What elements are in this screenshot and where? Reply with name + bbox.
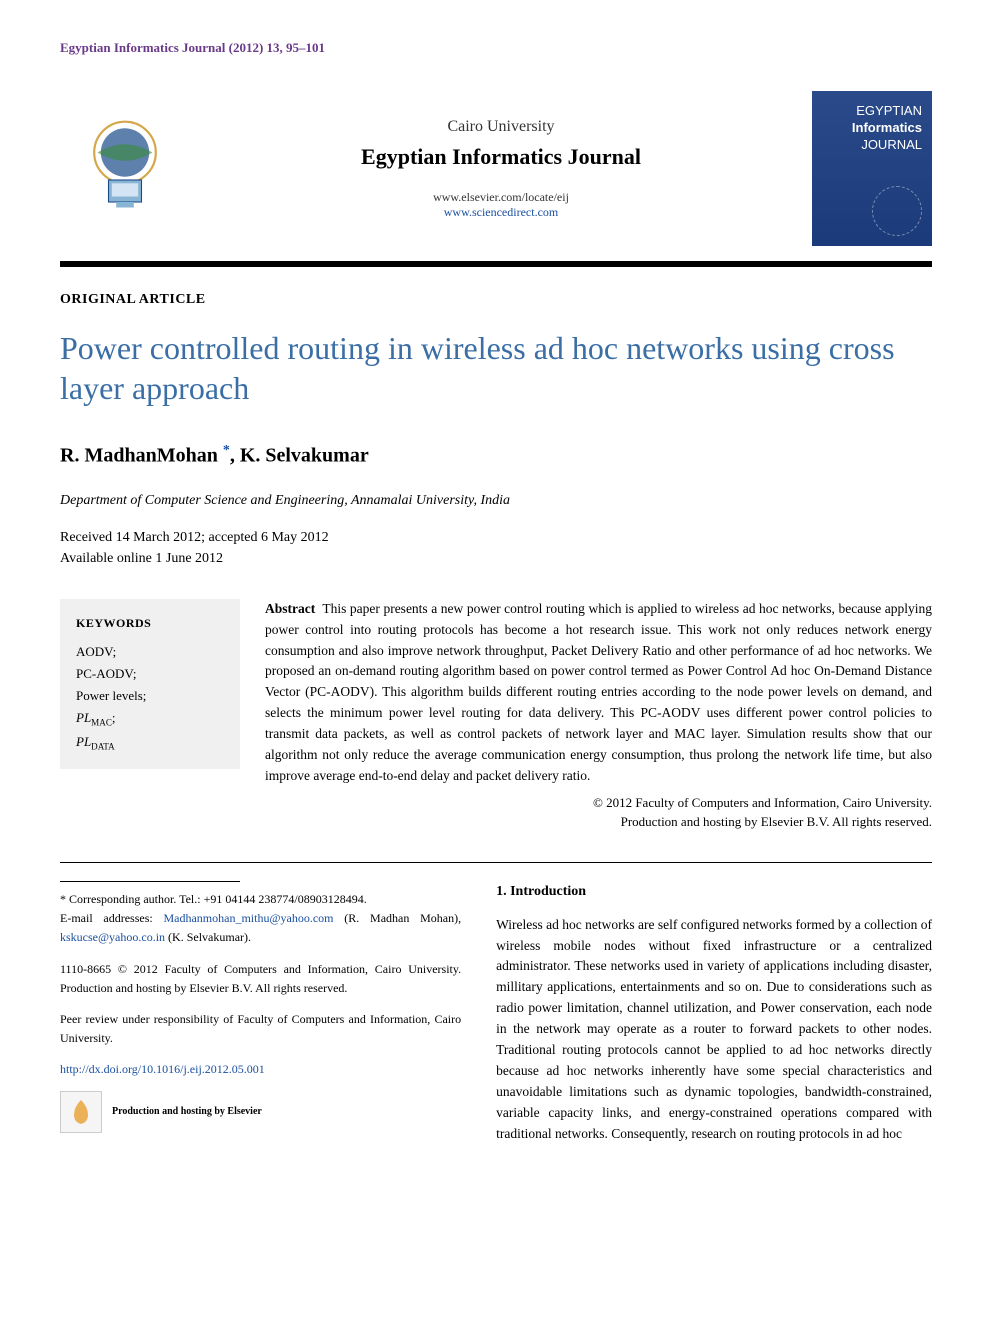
production-hosting-text: Production and hosting by Elsevier	[112, 1104, 262, 1120]
cover-line3: JOURNAL	[822, 137, 922, 154]
journal-name: Egyptian Informatics Journal	[190, 144, 812, 170]
footnotes-column: * Corresponding author. Tel.: +91 04144 …	[60, 881, 461, 1145]
section-divider	[60, 862, 932, 863]
introduction-column: 1. Introduction Wireless ad hoc networks…	[496, 881, 932, 1145]
peer-review-note: Peer review under responsibility of Facu…	[60, 1010, 461, 1048]
cover-ornament	[872, 186, 922, 236]
article-type: ORIGINAL ARTICLE	[60, 292, 932, 308]
journal-header: Cairo University Egyptian Informatics Jo…	[190, 118, 812, 220]
two-column-body: * Corresponding author. Tel.: +91 04144 …	[60, 881, 932, 1145]
article-dates: Received 14 March 2012; accepted 6 May 2…	[60, 527, 932, 569]
sciencedirect-link[interactable]: www.sciencedirect.com	[190, 205, 812, 220]
cover-line2: Informatics	[822, 120, 922, 137]
abstract-section: KEYWORDS AODV; PC-AODV; Power levels; PL…	[60, 599, 932, 832]
journal-cover: EGYPTIAN Informatics JOURNAL	[812, 91, 932, 246]
keyword-item: PLMAC;	[76, 707, 224, 731]
copyright-line1: © 2012 Faculty of Computers and Informat…	[265, 793, 932, 813]
university-name: Cairo University	[190, 118, 812, 136]
author-1: R. MadhanMohan	[60, 445, 218, 467]
intro-heading: 1. Introduction	[496, 881, 932, 903]
masthead: Cairo University Egyptian Informatics Jo…	[60, 76, 932, 267]
abstract-label: Abstract	[265, 601, 315, 616]
copyright-line2: Production and hosting by Elsevier B.V. …	[265, 812, 932, 832]
citation-header: Egyptian Informatics Journal (2012) 13, …	[60, 40, 932, 56]
copyright: © 2012 Faculty of Computers and Informat…	[265, 793, 932, 832]
authors: R. MadhanMohan *, K. Selvakumar	[60, 443, 932, 468]
dates-received-accepted: Received 14 March 2012; accepted 6 May 2…	[60, 527, 932, 548]
cover-line1: EGYPTIAN	[822, 103, 922, 120]
email-link-1[interactable]: Madhanmohan_mithu@yahoo.com	[163, 911, 333, 925]
keywords-title: KEYWORDS	[76, 613, 224, 633]
production-hosting: Production and hosting by Elsevier	[60, 1091, 461, 1133]
issn-copyright: 1110-8665 © 2012 Faculty of Computers an…	[60, 960, 461, 998]
elsevier-locate-link[interactable]: www.elsevier.com/locate/eij	[190, 190, 812, 205]
article-title: Power controlled routing in wireless ad …	[60, 328, 932, 408]
university-logo	[60, 104, 190, 234]
abstract-text: This paper presents a new power control …	[265, 601, 932, 783]
doi-link[interactable]: http://dx.doi.org/10.1016/j.eij.2012.05.…	[60, 1062, 265, 1076]
journal-links: www.elsevier.com/locate/eij www.scienced…	[190, 190, 812, 220]
elsevier-logo-icon	[60, 1091, 102, 1133]
affiliation: Department of Computer Science and Engin…	[60, 493, 932, 509]
abstract-body: Abstract This paper presents a new power…	[265, 599, 932, 832]
footnote-rule	[60, 881, 240, 882]
intro-text: Wireless ad hoc networks are self config…	[496, 915, 932, 1145]
author-2: K. Selvakumar	[240, 445, 369, 467]
corresponding-mark: *	[223, 443, 230, 458]
dates-online: Available online 1 June 2012	[60, 548, 932, 569]
author-separator: ,	[230, 445, 240, 467]
keywords-box: KEYWORDS AODV; PC-AODV; Power levels; PL…	[60, 599, 240, 770]
corresponding-author-footnote: * Corresponding author. Tel.: +91 04144 …	[60, 890, 461, 948]
keyword-item: Power levels;	[76, 685, 224, 707]
keyword-item: AODV;	[76, 641, 224, 663]
keyword-item: PLDATA	[76, 731, 224, 755]
email-link-2[interactable]: kskucse@yahoo.co.in	[60, 930, 165, 944]
keyword-item: PC-AODV;	[76, 663, 224, 685]
